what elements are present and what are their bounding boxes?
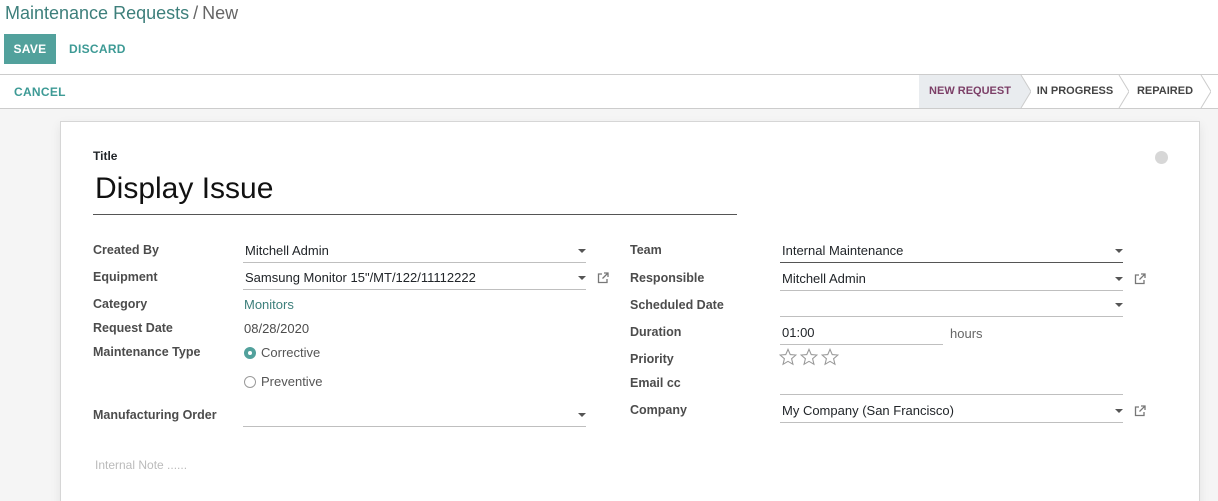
manufacturing-order-field[interactable] [243,403,586,427]
stage-repaired[interactable]: REPAIRED [1131,75,1199,108]
scheduled-date-field[interactable] [780,293,1123,317]
chevron-down-icon[interactable] [1115,409,1123,413]
external-link-icon[interactable] [1133,404,1147,418]
equipment-value: Samsung Monitor 15"/MT/122/11112222 [245,270,476,285]
title-label: Title [93,149,118,163]
company-label: Company [630,403,687,417]
company-value: My Company (San Francisco) [782,403,954,418]
external-link-icon[interactable] [1133,272,1147,286]
stage-new-request[interactable]: NEW REQUEST [919,75,1021,108]
radio-corrective-label[interactable]: Corrective [261,345,320,360]
category-label: Category [93,297,148,311]
email-cc-label: Email cc [630,376,681,390]
responsible-label: Responsible [630,271,705,285]
equipment-field[interactable]: Samsung Monitor 15"/MT/122/11112222 [243,266,586,290]
breadcrumb-parent-link[interactable]: Maintenance Requests [5,3,189,23]
team-field[interactable]: Internal Maintenance [780,239,1123,263]
stage-arrow-1 [1019,75,1031,108]
radio-preventive-label[interactable]: Preventive [261,374,322,389]
chevron-down-icon[interactable] [578,413,586,417]
external-link-icon[interactable] [596,271,610,285]
chevron-down-icon[interactable] [1115,277,1123,281]
cancel-button[interactable]: CANCEL [6,77,74,107]
category-link[interactable]: Monitors [244,297,294,312]
request-date-value: 08/28/2020 [244,321,310,336]
stage-arrow-2 [1118,75,1129,108]
priority-label: Priority [630,352,674,366]
team-label: Team [630,243,662,257]
maintenance-type-label: Maintenance Type [93,345,201,359]
statusbar: CANCEL NEW REQUEST IN PROGRESS REPAIRED [0,75,1218,109]
chevron-down-icon[interactable] [1115,303,1123,307]
chevron-down-icon[interactable] [578,249,586,253]
kanban-state-dot[interactable] [1155,151,1168,164]
star-icon[interactable] [779,348,797,366]
discard-button[interactable]: DISCARD [62,34,133,64]
created-by-label: Created By [93,243,159,257]
star-icon[interactable] [821,348,839,366]
responsible-value: Mitchell Admin [782,271,866,286]
manufacturing-order-label: Manufacturing Order [93,408,217,422]
duration-label: Duration [630,325,682,339]
control-panel: Maintenance Requests / New SAVE DISCARD [0,0,1218,75]
stage-in-progress[interactable]: IN PROGRESS [1031,75,1119,108]
created-by-field[interactable]: Mitchell Admin [243,239,586,263]
internal-note-input[interactable]: Internal Note ...... [95,458,187,472]
request-date-label: Request Date [93,321,173,335]
created-by-value: Mitchell Admin [245,243,329,258]
breadcrumb-current: New [202,3,239,23]
save-button[interactable]: SAVE [4,34,56,64]
chevron-down-icon[interactable] [578,276,586,280]
breadcrumb: Maintenance Requests / New [5,3,238,24]
company-field[interactable]: My Company (San Francisco) [780,399,1123,423]
radio-corrective[interactable] [244,347,256,359]
title-input[interactable]: Display Issue [93,167,737,215]
breadcrumb-separator: / [193,3,199,23]
star-icon[interactable] [800,348,818,366]
responsible-field[interactable]: Mitchell Admin [780,267,1123,291]
duration-unit: hours [950,326,983,341]
stage-arrow-3 [1200,75,1211,108]
email-cc-input[interactable] [780,371,1123,395]
chevron-down-icon[interactable] [1115,249,1123,253]
duration-input[interactable]: 01:00 [780,321,943,345]
scheduled-date-label: Scheduled Date [630,298,724,312]
team-value: Internal Maintenance [782,243,904,258]
equipment-label: Equipment [93,270,158,284]
radio-preventive[interactable] [244,376,256,388]
form-sheet: Title Display Issue Created By Mitchell … [60,121,1200,501]
